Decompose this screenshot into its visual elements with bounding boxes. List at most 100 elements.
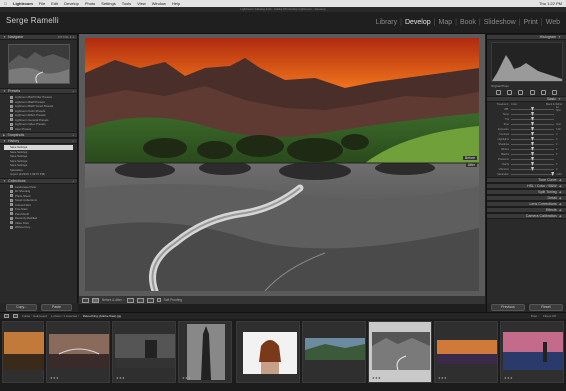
photo-before-after[interactable] bbox=[85, 38, 479, 291]
slider-handle[interactable] bbox=[531, 107, 534, 111]
slider-track[interactable] bbox=[511, 157, 554, 161]
graduated-filter-tool-icon[interactable] bbox=[529, 89, 535, 95]
copy-button[interactable]: Copy... bbox=[6, 304, 37, 311]
clear-history-icon[interactable]: × bbox=[72, 139, 74, 143]
previous-button[interactable]: Previous bbox=[491, 304, 525, 311]
slider-track[interactable] bbox=[511, 117, 554, 121]
crop-tool-icon[interactable] bbox=[496, 89, 502, 95]
slider-handle[interactable] bbox=[531, 122, 534, 126]
loupe-view-icon[interactable] bbox=[82, 297, 89, 303]
filmstrip-thumbnail-selected[interactable]: ★★★ bbox=[368, 321, 432, 383]
slider-track[interactable] bbox=[511, 162, 554, 166]
add-preset-icon[interactable]: + bbox=[72, 89, 74, 93]
slider-track[interactable] bbox=[511, 152, 554, 156]
filter-dropdown[interactable]: Filters Off bbox=[543, 314, 556, 318]
filmstrip-thumbnail[interactable]: ★★★ bbox=[434, 321, 498, 383]
module-print[interactable]: Print bbox=[521, 19, 539, 26]
navigator-header[interactable]: ▼ Navigator FIT FILL 1:1 bbox=[0, 34, 77, 40]
slider-value[interactable]: 0 bbox=[556, 143, 562, 146]
slider-handle[interactable] bbox=[531, 137, 534, 141]
slider-value[interactable]: +100 bbox=[556, 173, 562, 176]
slider-handle[interactable] bbox=[531, 142, 534, 146]
radial-filter-tool-icon[interactable] bbox=[540, 89, 546, 95]
reset-button[interactable]: Reset bbox=[529, 304, 563, 311]
red-eye-tool-icon[interactable] bbox=[518, 89, 524, 95]
slider-track[interactable] bbox=[511, 167, 554, 171]
slider-track[interactable] bbox=[511, 107, 554, 111]
slider-value[interactable]: Auto bbox=[556, 123, 562, 126]
slider-value[interactable]: 0 bbox=[556, 153, 562, 156]
filmstrip-thumbnail[interactable] bbox=[236, 321, 300, 383]
filmstrip-thumbnail[interactable]: ★★★ bbox=[46, 321, 110, 383]
module-book[interactable]: Book bbox=[458, 19, 478, 26]
soft-proofing-checkbox[interactable] bbox=[156, 298, 161, 302]
spot-removal-tool-icon[interactable] bbox=[507, 89, 513, 95]
slider-handle[interactable] bbox=[531, 157, 534, 161]
copy-after-to-before-icon[interactable] bbox=[146, 297, 154, 303]
menu-photo[interactable]: Photo bbox=[85, 1, 95, 6]
history-step[interactable]: Import (4/23/15 1:09:07 PM) bbox=[4, 172, 73, 177]
menu-help[interactable]: Help bbox=[172, 1, 180, 6]
before-after-view-icon[interactable] bbox=[92, 297, 99, 303]
slider-track[interactable] bbox=[511, 172, 555, 176]
module-library[interactable]: Library bbox=[374, 19, 399, 26]
treatment-color-option[interactable]: Color bbox=[511, 103, 517, 106]
module-slideshow[interactable]: Slideshow bbox=[482, 19, 518, 26]
swap-before-after-icon[interactable] bbox=[126, 297, 134, 303]
slider-handle[interactable] bbox=[551, 172, 555, 176]
slider-track[interactable] bbox=[511, 147, 554, 151]
filmstrip-source[interactable]: Folder : Hollywood bbox=[22, 314, 47, 318]
apple-menu-icon[interactable]:  bbox=[4, 1, 7, 6]
slider-handle[interactable] bbox=[531, 127, 534, 131]
slider-value[interactable]: 0 bbox=[556, 138, 562, 141]
add-snapshot-icon[interactable]: + bbox=[72, 133, 74, 137]
slider-handle[interactable] bbox=[531, 112, 534, 116]
slider-handle[interactable] bbox=[531, 167, 534, 171]
menu-view[interactable]: View bbox=[137, 1, 146, 6]
slider-handle[interactable] bbox=[531, 132, 534, 136]
histogram[interactable] bbox=[491, 42, 563, 82]
filmstrip-thumbnail[interactable]: ★★★ bbox=[500, 321, 564, 383]
slider-handle[interactable] bbox=[531, 162, 534, 166]
slider-value[interactable]: 0 bbox=[556, 133, 562, 136]
section-header[interactable]: Camera Calibration ◀ bbox=[487, 212, 566, 219]
slider-track[interactable] bbox=[511, 122, 554, 126]
copy-before-to-after-icon[interactable] bbox=[136, 297, 144, 303]
module-develop[interactable]: Develop bbox=[403, 19, 433, 26]
slider-value[interactable]: 0 bbox=[556, 163, 562, 166]
module-map[interactable]: Map bbox=[436, 19, 454, 26]
slider-track[interactable] bbox=[511, 132, 554, 136]
module-web[interactable]: Web bbox=[544, 19, 562, 26]
filmstrip-thumbnail[interactable] bbox=[302, 321, 366, 383]
filmstrip-thumbnail[interactable]: ★★★ bbox=[112, 321, 176, 383]
add-collection-icon[interactable]: + bbox=[72, 179, 74, 183]
grid-view-icon[interactable] bbox=[4, 314, 9, 318]
slider-value[interactable]: 0.00 bbox=[556, 128, 562, 131]
slider-track[interactable] bbox=[511, 137, 554, 141]
menu-develop[interactable]: Develop bbox=[64, 1, 79, 6]
slider-handle[interactable] bbox=[531, 147, 534, 151]
filmstrip-thumbnail[interactable]: ★★★ bbox=[178, 321, 232, 383]
menu-window[interactable]: Window bbox=[152, 1, 166, 6]
slider-handle[interactable] bbox=[531, 152, 534, 156]
menu-app-name[interactable]: Lightroom bbox=[13, 1, 33, 6]
collection-item[interactable]: Without Key... bbox=[4, 225, 73, 230]
paste-button[interactable]: Paste bbox=[41, 304, 72, 311]
slider-handle[interactable] bbox=[531, 117, 534, 121]
slider-track[interactable] bbox=[511, 142, 554, 146]
slider-value[interactable]: As Shot bbox=[556, 106, 562, 112]
menu-file[interactable]: File bbox=[39, 1, 45, 6]
adjustment-brush-tool-icon[interactable] bbox=[551, 89, 557, 95]
slider-value[interactable]: 0 bbox=[556, 148, 562, 151]
menu-edit[interactable]: Edit bbox=[51, 1, 58, 6]
navigator-zoom-options[interactable]: FIT FILL 1:1 bbox=[58, 35, 74, 39]
slider-track[interactable] bbox=[511, 112, 554, 116]
menu-settings[interactable]: Settings bbox=[101, 1, 115, 6]
filmstrip-thumbnail[interactable] bbox=[2, 321, 44, 383]
second-window-icon[interactable] bbox=[13, 314, 18, 318]
navigator-preview[interactable] bbox=[8, 44, 70, 84]
slider-value[interactable]: 0 bbox=[556, 168, 562, 171]
preset-folder[interactable]: User Presets bbox=[4, 127, 73, 132]
menu-tools[interactable]: Tools bbox=[122, 1, 131, 6]
histogram-header[interactable]: Histogram ▼ bbox=[487, 34, 566, 40]
